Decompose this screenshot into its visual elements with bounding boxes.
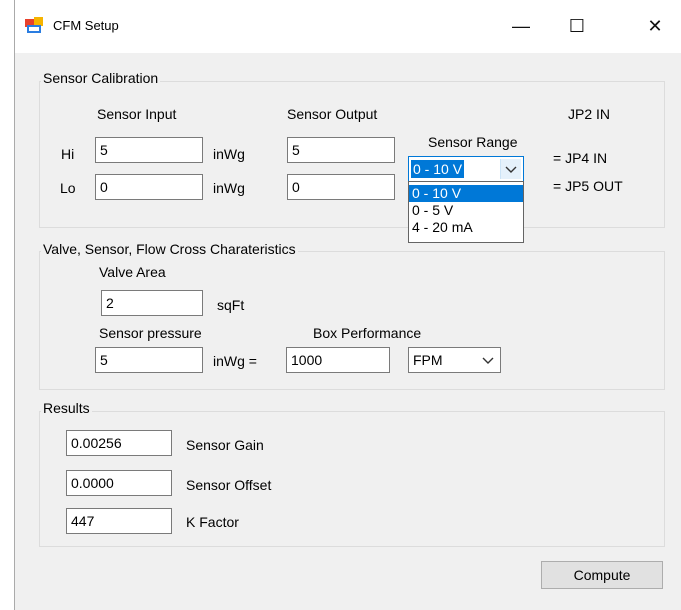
close-icon: ✕ [647,16,663,36]
hi-label: Hi [61,146,75,162]
valve-characteristics-title: Valve, Sensor, Flow Cross Charateristics [41,241,298,257]
sensor-calibration-title: Sensor Calibration [41,70,161,86]
minimize-button[interactable]: — [498,0,544,53]
sensor-range-selected: 0 - 10 V [411,160,465,178]
sensor-range-label: Sensor Range [428,134,518,150]
pressure-unit: inWg = [213,353,257,369]
lo-label: Lo [60,180,76,196]
sensor-gain-field[interactable]: 0.00256 [66,430,172,456]
maximize-button[interactable]: ☐ [554,0,600,53]
sensor-output-lo-field[interactable]: 0 [287,174,395,200]
results-title: Results [41,400,92,416]
performance-unit-selected: FPM [413,352,443,368]
cfm-setup-window: CFM Setup — ☐ ✕ Sensor Calibration Senso… [14,0,681,610]
valve-area-label: Valve Area [99,264,166,280]
maximize-icon: ☐ [568,16,586,36]
range-option-0-5v[interactable]: 0 - 5 V [409,202,523,219]
valve-area-field[interactable]: 2 [101,290,203,316]
sensor-offset-field[interactable]: 0.0000 [66,470,172,496]
close-button[interactable]: ✕ [632,0,678,53]
minimize-icon: — [512,16,530,36]
box-performance-label: Box Performance [313,325,422,341]
jp5-label: = JP5 OUT [553,178,623,194]
sensor-range-dropdown: 0 - 10 V 0 - 5 V 4 - 20 mA [408,181,524,243]
sensor-input-hi-field[interactable]: 5 [95,137,203,163]
jp2-label: JP2 IN [568,106,611,122]
sensor-range-select[interactable]: 0 - 10 V [408,156,524,182]
app-icon [25,17,43,33]
title-bar[interactable]: CFM Setup — ☐ ✕ [15,0,681,53]
sensor-output-label: Sensor Output [287,106,378,122]
jp4-label: = JP4 IN [553,150,608,166]
k-factor-label: K Factor [186,514,239,530]
sensor-gain-label: Sensor Gain [186,437,264,453]
range-option-0-10v[interactable]: 0 - 10 V [409,185,523,202]
k-factor-field[interactable]: 447 [66,508,172,534]
input-hi-unit: inWg [213,146,245,162]
chevron-down-icon[interactable] [500,159,521,179]
performance-unit-select[interactable]: FPM [408,347,501,373]
chevron-down-icon[interactable] [478,350,498,370]
range-option-4-20ma[interactable]: 4 - 20 mA [409,219,523,236]
valve-area-unit: sqFt [217,297,245,313]
box-performance-field[interactable]: 1000 [286,347,390,373]
sensor-input-label: Sensor Input [97,106,177,122]
sensor-offset-label: Sensor Offset [186,477,272,493]
sensor-pressure-field[interactable]: 5 [95,347,203,373]
input-lo-unit: inWg [213,180,245,196]
sensor-pressure-label: Sensor pressure [99,325,202,341]
compute-button[interactable]: Compute [541,561,663,589]
sensor-input-lo-field[interactable]: 0 [95,174,203,200]
window-title: CFM Setup [53,18,119,33]
sensor-output-hi-field[interactable]: 5 [287,137,395,163]
